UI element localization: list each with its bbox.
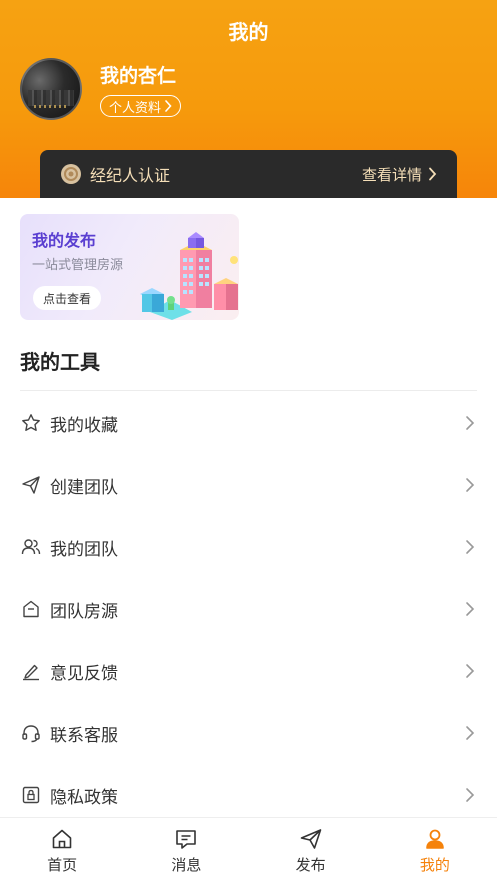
chevron-right-icon (466, 478, 475, 492)
username: 我的杏仁 (100, 65, 177, 87)
headset-icon (20, 722, 42, 744)
view-details-link[interactable]: 查看详情 (362, 164, 437, 185)
tools-section-title: 我的工具 (20, 350, 100, 374)
chevron-right-icon (466, 664, 475, 678)
bottom-tab-bar: 首页 消息 发布 我的 (0, 817, 497, 884)
avatar[interactable] (20, 58, 82, 120)
chevron-right-icon (165, 100, 172, 112)
promo-subtitle: 一站式管理房源 (32, 258, 124, 273)
menu-item-label: 我的收藏 (50, 415, 118, 436)
building-illustration (140, 232, 238, 320)
menu-item-favorites[interactable]: 我的收藏 (0, 392, 497, 454)
profile-header: 我的 我的杏仁 个人资料 经纪人认证 查看详情 (0, 0, 497, 198)
tab-label: 消息 (171, 856, 202, 874)
edit-pen-icon (20, 660, 42, 682)
send-icon (300, 829, 321, 849)
tab-label: 发布 (295, 856, 326, 874)
promo-title: 我的发布 (32, 231, 97, 250)
badge-icon (61, 164, 81, 184)
page-title: 我的 (228, 20, 269, 44)
users-icon (20, 536, 42, 558)
star-icon (20, 412, 42, 434)
profile-link-button[interactable]: 个人资料 (100, 95, 182, 117)
lock-icon (20, 784, 42, 806)
agent-certification-label: 经纪人认证 (90, 166, 171, 185)
menu-item-label: 创建团队 (50, 477, 118, 498)
chevron-right-icon (466, 788, 475, 802)
tools-menu: 我的收藏 创建团队 我的团队 团队房源 意见反馈 联系客服 隐私政策 (0, 392, 497, 826)
message-icon (176, 830, 197, 849)
my-listings-card[interactable]: 我的发布 一站式管理房源 点击查看 (20, 214, 239, 320)
menu-item-label: 隐私政策 (50, 787, 118, 808)
divider (20, 390, 477, 391)
chevron-right-icon (466, 726, 475, 740)
menu-item-feedback[interactable]: 意见反馈 (0, 640, 497, 702)
chevron-right-icon (466, 540, 475, 554)
tab-label: 首页 (47, 856, 78, 874)
menu-item-label: 意见反馈 (50, 663, 118, 684)
menu-item-label: 联系客服 (50, 725, 118, 746)
view-details-label: 查看详情 (361, 165, 422, 184)
user-icon (426, 829, 444, 849)
menu-item-label: 我的团队 (50, 539, 118, 560)
agent-certification-bar[interactable]: 经纪人认证 查看详情 (40, 150, 457, 198)
tab-label: 我的 (419, 856, 450, 874)
home-icon (52, 829, 72, 849)
chevron-right-icon (466, 416, 475, 430)
tab-publish[interactable]: 发布 (249, 818, 373, 884)
chevron-right-icon (429, 167, 437, 181)
paper-plane-icon (20, 474, 42, 496)
chevron-right-icon (466, 602, 475, 616)
view-button[interactable]: 点击查看 (33, 286, 102, 310)
tab-mine[interactable]: 我的 (373, 818, 497, 884)
menu-item-label: 团队房源 (50, 601, 118, 622)
menu-item-create-team[interactable]: 创建团队 (0, 454, 497, 516)
tab-home[interactable]: 首页 (0, 818, 124, 884)
menu-item-team-listings[interactable]: 团队房源 (0, 578, 497, 640)
profile-link-label: 个人资料 (109, 100, 162, 116)
tab-messages[interactable]: 消息 (124, 818, 248, 884)
menu-item-customer-service[interactable]: 联系客服 (0, 702, 497, 764)
menu-item-my-team[interactable]: 我的团队 (0, 516, 497, 578)
house-icon (20, 598, 42, 620)
